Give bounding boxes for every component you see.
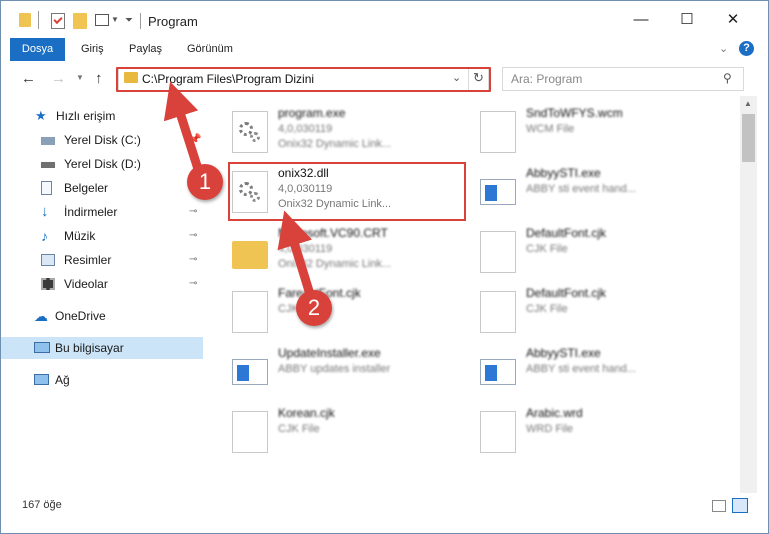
large-icons-view-icon[interactable] bbox=[732, 498, 748, 513]
details-view-icon[interactable] bbox=[712, 500, 726, 512]
arrow-to-address-bar bbox=[163, 81, 203, 174]
step-badge-2: 2 bbox=[296, 290, 332, 326]
annotation-arrows bbox=[163, 81, 314, 296]
step-badge-1: 1 bbox=[187, 164, 223, 200]
status-bar bbox=[1, 493, 768, 533]
explorer-window: ▼ ⏷ Program — ☐ ✕ Dosya Giriş Paylaş Gör… bbox=[0, 0, 769, 534]
arrow-to-dll-file bbox=[277, 210, 314, 296]
item-count: 167 öğe bbox=[22, 499, 62, 511]
